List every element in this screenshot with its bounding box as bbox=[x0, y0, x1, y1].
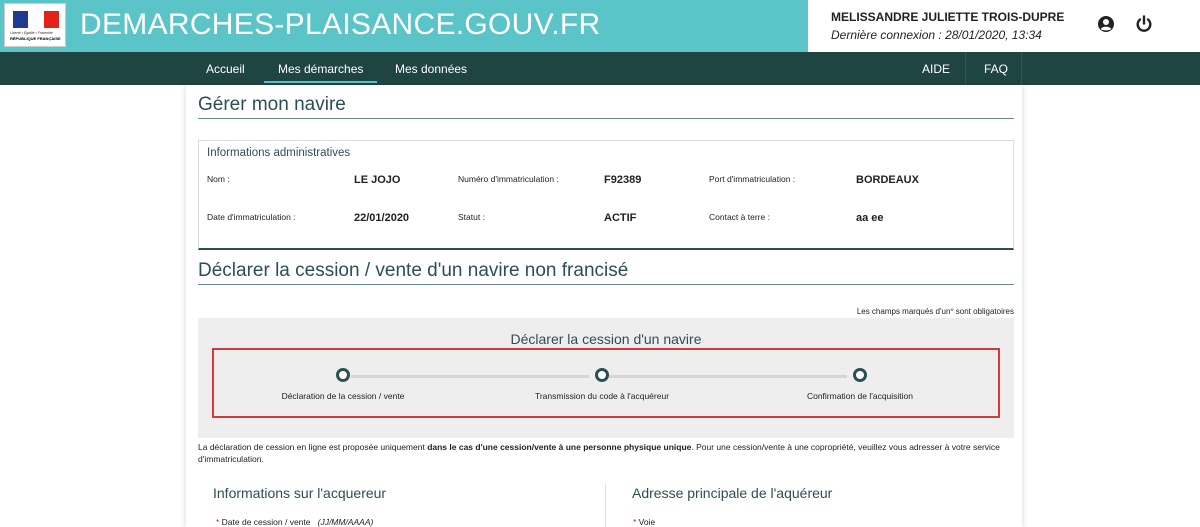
step-circle[interactable] bbox=[853, 368, 867, 382]
nav-divider bbox=[965, 52, 966, 85]
title-underline bbox=[198, 118, 1014, 119]
logo-motto: Liberté • Égalité • Fraternité bbox=[10, 31, 53, 35]
step-label: Confirmation de l'acquisition bbox=[806, 391, 914, 401]
acquirer-info-title: Informations sur l'acquereur bbox=[213, 485, 387, 501]
notice-text: La déclaration de cession en ligne est p… bbox=[198, 442, 1000, 464]
section-title: Déclarer la cession / vente d'un navire … bbox=[198, 260, 629, 281]
logo-country: RÉPUBLIQUE FRANÇAISE bbox=[10, 36, 61, 41]
street-label: * Voie bbox=[633, 517, 656, 527]
steps-panel: Déclarer la cession d'un navire Déclarat… bbox=[198, 318, 1014, 438]
nav-item-aide[interactable]: AIDE bbox=[922, 62, 950, 76]
step-track bbox=[351, 375, 589, 378]
field-value: ACTIF bbox=[604, 212, 637, 224]
steps-title: Déclarer la cession d'un navire bbox=[510, 331, 702, 347]
main-content: Gérer mon navire Informations administra… bbox=[186, 85, 1022, 527]
section-underline bbox=[198, 284, 1014, 285]
header: Liberté • Égalité • Fraternité RÉPUBLIQU… bbox=[0, 0, 1200, 52]
nav-divider bbox=[1021, 52, 1022, 85]
stepper: Déclaration de la cession / vente Transm… bbox=[212, 348, 1000, 418]
field-label: Nom : bbox=[207, 174, 230, 184]
field-value: BORDEAUX bbox=[856, 174, 919, 186]
step-label: Déclaration de la cession / vente bbox=[281, 391, 405, 401]
field-value: LE JOJO bbox=[354, 174, 401, 186]
last-login: Dernière connexion : 28/01/2020, 13:34 bbox=[831, 28, 1042, 42]
admin-info-title: Informations administratives bbox=[207, 147, 351, 159]
field-value: 22/01/2020 bbox=[354, 212, 410, 224]
admin-info-card: Informations administratives Nom : LE JO… bbox=[198, 140, 1014, 250]
field-value: aa ee bbox=[856, 212, 884, 224]
field-label: Statut : bbox=[458, 212, 485, 222]
main-nav: Accueil Mes démarches Mes données AIDE F… bbox=[0, 52, 1200, 85]
step-track bbox=[609, 375, 847, 378]
power-icon[interactable] bbox=[1135, 15, 1153, 33]
site-title[interactable]: DEMARCHES-PLAISANCE.GOUV.FR bbox=[80, 8, 600, 42]
mandatory-note: Les champs marqués d'un* sont obligatoir… bbox=[856, 307, 1014, 316]
nav-item-faq[interactable]: FAQ bbox=[984, 62, 1008, 76]
french-flag-icon bbox=[13, 11, 59, 28]
step-circle[interactable] bbox=[336, 368, 350, 382]
republique-francaise-logo[interactable]: Liberté • Égalité • Fraternité RÉPUBLIQU… bbox=[4, 3, 66, 47]
nav-item-accueil[interactable]: Accueil bbox=[206, 62, 245, 76]
field-label: Contact à terre : bbox=[709, 212, 770, 222]
step-circle[interactable] bbox=[595, 368, 609, 382]
field-label: Date d'immatriculation : bbox=[207, 212, 296, 222]
column-divider bbox=[605, 483, 606, 527]
nav-item-mes-donnees[interactable]: Mes données bbox=[395, 62, 467, 76]
user-icon[interactable] bbox=[1097, 15, 1115, 33]
field-label: Port d'immatriculation : bbox=[709, 174, 796, 184]
step-label: Transmission du code à l'acquéreur bbox=[534, 391, 670, 401]
field-label: Numéro d'immatriculation : bbox=[458, 174, 559, 184]
field-value: F92389 bbox=[604, 174, 642, 186]
user-name: MELISSANDRE JULIETTE TROIS-DUPRE bbox=[831, 10, 1065, 24]
sale-date-label: * Date de cession / vente (JJ/MM/AAAA) bbox=[216, 517, 374, 527]
page-title: Gérer mon navire bbox=[198, 94, 346, 115]
nav-item-mes-demarches[interactable]: Mes démarches bbox=[263, 62, 378, 83]
acquirer-address-title: Adresse principale de l'aquéreur bbox=[632, 485, 833, 501]
